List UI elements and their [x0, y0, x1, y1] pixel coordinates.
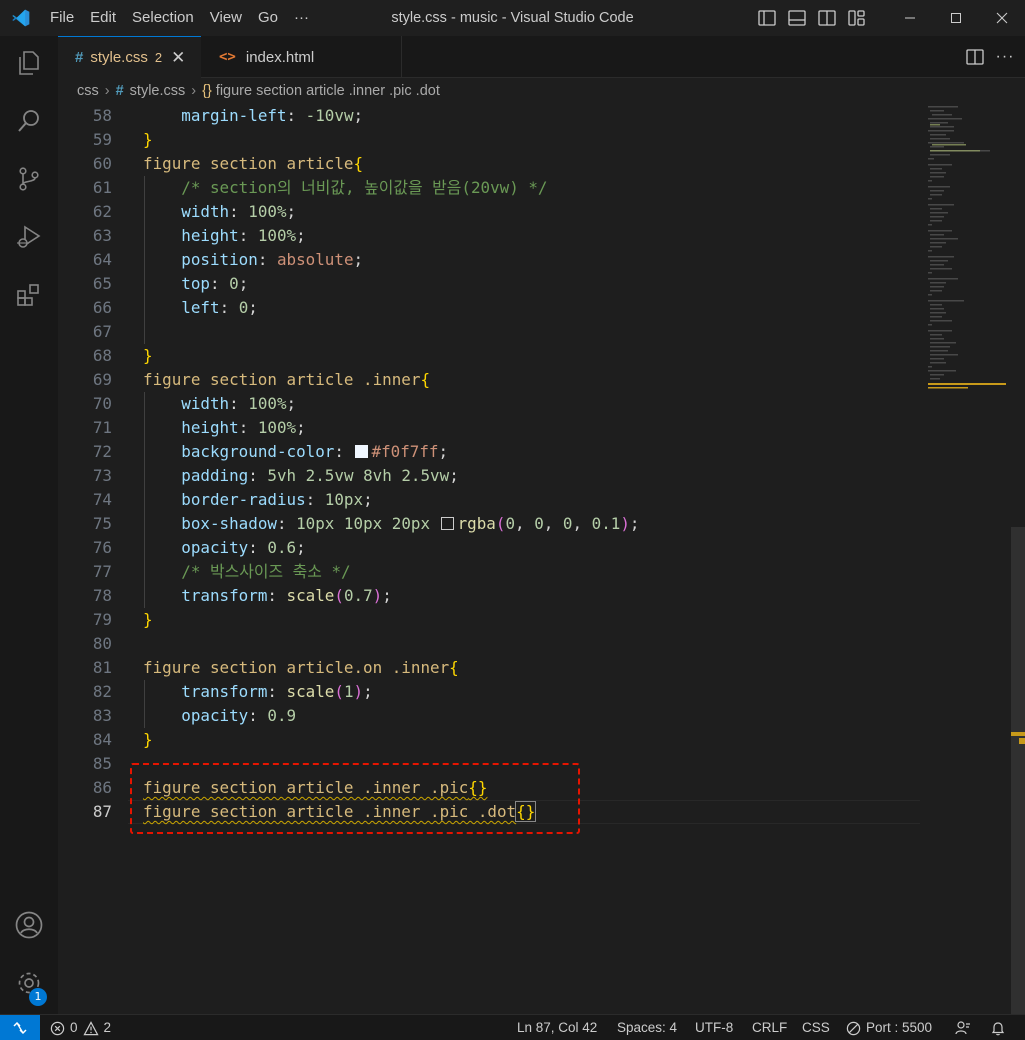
- code-line: 82 transform: scale(1);: [92, 682, 373, 701]
- code-line: 60 figure section article{: [92, 154, 364, 173]
- menu-bar: File Edit Selection View Go ···: [42, 0, 317, 36]
- notifications-bell-icon[interactable]: [990, 1015, 1006, 1040]
- close-tab-icon[interactable]: ✕: [171, 48, 185, 68]
- notification-badge: 1: [29, 988, 47, 1006]
- tab-label: index.html: [245, 48, 315, 66]
- minimize-icon[interactable]: [887, 0, 933, 36]
- menu-file[interactable]: File: [42, 0, 82, 36]
- more-actions-icon[interactable]: ···: [993, 39, 1017, 75]
- code-line: 83 opacity: 0.9: [92, 706, 297, 725]
- minimap[interactable]: [920, 104, 1012, 1014]
- breadcrumb-file[interactable]: style.css: [130, 83, 186, 99]
- error-icon: [50, 1021, 65, 1035]
- menu-selection[interactable]: Selection: [124, 0, 202, 36]
- indentation[interactable]: Spaces: 4: [617, 1015, 677, 1040]
- symbol-icon: {}: [202, 83, 212, 99]
- live-server-port[interactable]: Port : 5500: [846, 1015, 932, 1040]
- run-debug-icon[interactable]: [0, 212, 58, 262]
- vscode-logo-icon: [0, 0, 42, 36]
- code-line: 62 width: 100%;: [92, 202, 297, 221]
- menu-edit[interactable]: Edit: [82, 0, 124, 36]
- code-line: 84}: [92, 730, 153, 749]
- status-bar: 0 2 Ln 87, Col 42 Spaces: 4 UTF-8 CRLF C…: [0, 1014, 1025, 1040]
- accounts-icon[interactable]: [0, 900, 58, 950]
- code-line: 68}: [92, 346, 153, 365]
- activity-bar: 1: [0, 36, 58, 1014]
- chevron-right-icon: ›: [191, 83, 197, 99]
- close-window-icon[interactable]: [979, 0, 1025, 36]
- code-line: 81 figure section article.on .inner{: [92, 658, 459, 677]
- code-line: 63 height: 100%;: [92, 226, 306, 245]
- code-line: 72 background-color: #f0f7ff;: [92, 442, 449, 461]
- code-line: 65 top: 0;: [92, 274, 249, 293]
- language-mode[interactable]: CSS: [802, 1015, 830, 1040]
- warning-icon: [82, 1020, 99, 1035]
- code-line: 71 height: 100%;: [92, 418, 306, 437]
- scrollbar-cursor-marker: [1019, 738, 1025, 744]
- css-file-icon: #: [115, 83, 124, 99]
- color-swatch-icon[interactable]: [440, 517, 454, 530]
- source-control-icon[interactable]: [0, 154, 58, 204]
- code-line: 67: [92, 322, 112, 341]
- warning-count: 2: [103, 1020, 112, 1035]
- menu-more[interactable]: ···: [286, 0, 317, 36]
- code-line: 74 border-radius: 10px;: [92, 490, 373, 509]
- tab-problem-count: 2: [154, 50, 163, 65]
- search-icon[interactable]: [0, 96, 58, 146]
- menu-go[interactable]: Go: [250, 0, 286, 36]
- tab-label: style.css: [90, 49, 148, 66]
- css-file-icon: #: [75, 49, 84, 66]
- code-line: 73 padding: 5vh 2.5vw 8vh 2.5vw;: [92, 466, 459, 485]
- maximize-icon[interactable]: [933, 0, 979, 36]
- code-line: 85: [92, 754, 112, 773]
- code-line: 76 opacity: 0.6;: [92, 538, 306, 557]
- scrollbar-thumb[interactable]: [1011, 527, 1025, 1014]
- vscode-window: File Edit Selection View Go ··· style.cs…: [0, 0, 1025, 1040]
- split-editor-icon[interactable]: [963, 39, 987, 75]
- code-line: 78 transform: scale(0.7);: [92, 586, 392, 605]
- code-line: 59}: [92, 130, 153, 149]
- chevron-right-icon: ›: [104, 83, 110, 99]
- tab-index-html[interactable]: <> index.html: [201, 36, 402, 78]
- scrollbar-warning-marker: [1011, 732, 1025, 736]
- code-line: 64 position: absolute;: [92, 250, 364, 269]
- files-icon[interactable]: [0, 38, 58, 88]
- code-line: 87 figure section article .inner .pic .do…: [92, 801, 537, 822]
- tab-style-css[interactable]: # style.css 2 ✕: [58, 36, 201, 78]
- code-editor[interactable]: 58 margin-left: -10vw; 59} 60 figure sect…: [58, 104, 1025, 1014]
- error-count: 0: [70, 1020, 78, 1035]
- toggle-secondary-sidebar-icon[interactable]: [815, 0, 839, 36]
- feedback-icon[interactable]: [955, 1015, 971, 1040]
- code-line: 80: [92, 634, 112, 653]
- breadcrumb-folder[interactable]: css: [77, 83, 99, 99]
- extensions-icon[interactable]: [0, 270, 58, 320]
- toggle-panel-icon[interactable]: [785, 0, 809, 36]
- port-label: Port : 5500: [866, 1020, 933, 1035]
- title-bar: File Edit Selection View Go ··· style.cs…: [0, 0, 1025, 36]
- code-line: 69 figure section article .inner{: [92, 370, 431, 389]
- code-line: 79}: [92, 610, 153, 629]
- menu-view[interactable]: View: [202, 0, 250, 36]
- code-line: 75 box-shadow: 10px 10px 20px rgba(0, 0,…: [92, 514, 640, 533]
- cursor-position[interactable]: Ln 87, Col 42: [517, 1015, 597, 1040]
- code-line: 66 left: 0;: [92, 298, 258, 317]
- toggle-primary-sidebar-icon[interactable]: [755, 0, 779, 36]
- code-line: 61 /* section의 너비값, 높이값을 받음(20vw) */: [92, 178, 548, 197]
- breadcrumb: css › # style.css › {} figure section ar…: [58, 78, 1025, 104]
- block-icon: [846, 1021, 861, 1035]
- code-line: 58 margin-left: -10vw;: [92, 106, 364, 125]
- manage-gear-icon[interactable]: 1: [0, 958, 58, 1008]
- code-line: 70 width: 100%;: [92, 394, 297, 413]
- problems-indicator[interactable]: 0 2: [50, 1015, 111, 1040]
- remote-indicator-icon[interactable]: [0, 1015, 40, 1040]
- html-file-icon: <>: [219, 49, 236, 65]
- editor-tabs: # style.css 2 ✕ <> index.html ···: [58, 36, 1025, 78]
- color-swatch-icon[interactable]: [354, 445, 368, 458]
- line-ending[interactable]: CRLF: [752, 1015, 787, 1040]
- code-line: 86 figure section article .inner .pic{}: [92, 778, 488, 797]
- code-line: 77 /* 박스사이즈 축소 */: [92, 562, 351, 581]
- customize-layout-icon[interactable]: [845, 0, 869, 36]
- breadcrumb-symbol[interactable]: figure section article .inner .pic .dot: [216, 83, 440, 99]
- encoding[interactable]: UTF-8: [695, 1015, 733, 1040]
